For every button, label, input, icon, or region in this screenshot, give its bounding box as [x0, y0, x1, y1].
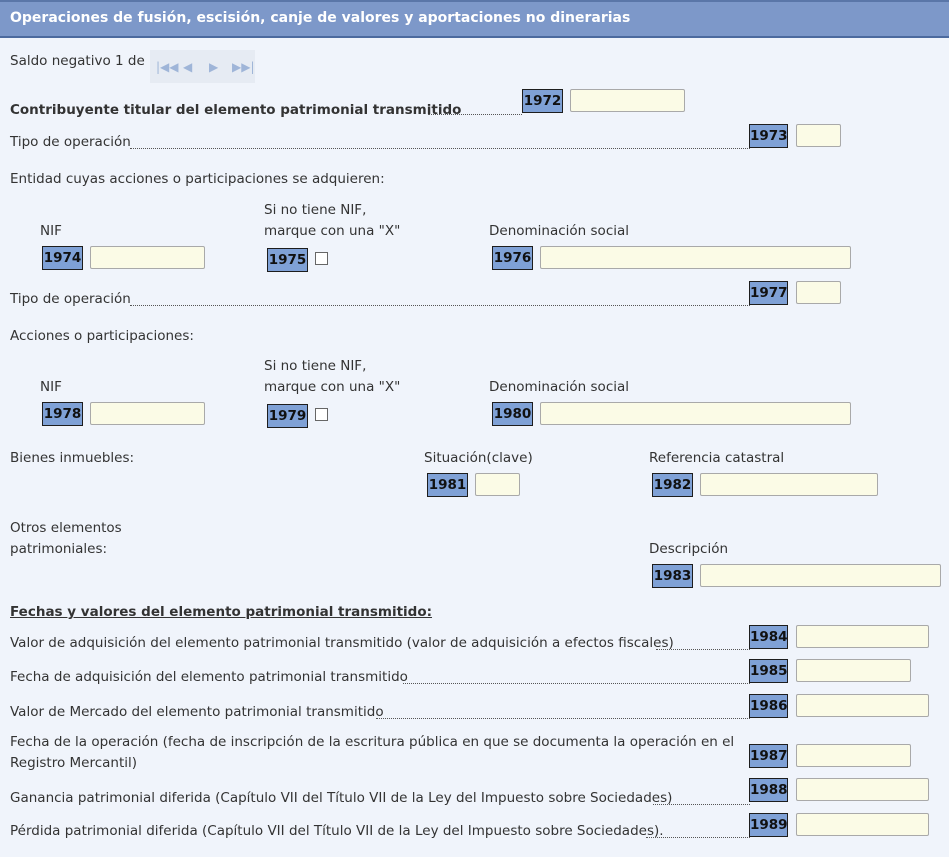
code-1982: 1982: [652, 473, 693, 497]
ganancia-input[interactable]: [796, 778, 929, 801]
sinif-label: marque con una "X": [264, 223, 401, 239]
denominacion-label: Denominación social: [489, 379, 630, 395]
entidad-nif-input[interactable]: [90, 246, 205, 269]
leader-dots: [646, 837, 750, 838]
code-1975: 1975: [267, 248, 308, 272]
code-1987: 1987: [749, 744, 788, 768]
next-page-icon[interactable]: ▶: [209, 60, 218, 74]
fecha-adquisicion-input[interactable]: [796, 659, 911, 682]
leader-dots: [653, 804, 750, 805]
entidad-sinif-checkbox[interactable]: [315, 252, 328, 265]
situacion-input[interactable]: [475, 473, 520, 496]
entidad-title: Entidad cuyas acciones o participaciones…: [10, 171, 385, 187]
code-1986: 1986: [749, 694, 788, 718]
code-1984: 1984: [749, 625, 788, 649]
nif-label: NIF: [40, 223, 62, 239]
code-1980: 1980: [492, 402, 533, 426]
fecha-adquisicion-label: Fecha de adquisición del elemento patrim…: [10, 669, 408, 685]
bienes-title: Bienes inmuebles:: [10, 450, 135, 466]
pager-label: Saldo negativo 1 de 1: [10, 53, 158, 69]
referencia-label: Referencia catastral: [649, 450, 785, 466]
tipo-operacion-label: Tipo de operación: [10, 291, 131, 307]
code-1976: 1976: [492, 246, 533, 270]
otros-title: Otros elementos: [10, 520, 122, 536]
nif-label: NIF: [40, 379, 62, 395]
perdida-input[interactable]: [796, 813, 929, 836]
leader-dots: [403, 683, 750, 684]
code-1989: 1989: [749, 813, 788, 837]
sinif-label: Si no tiene NIF,: [264, 202, 367, 218]
acciones-sinif-checkbox[interactable]: [315, 408, 328, 421]
section-header: Operaciones de fusión, escisión, canje d…: [0, 0, 949, 38]
leader-dots: [130, 148, 750, 149]
ganancia-label: Ganancia patrimonial diferida (Capítulo …: [10, 790, 673, 806]
referencia-input[interactable]: [700, 473, 878, 496]
leader-dots: [130, 305, 750, 306]
leader-dots: [376, 718, 750, 719]
valor-adquisicion-label: Valor de adquisición del elemento patrim…: [10, 635, 674, 651]
valor-adquisicion-input[interactable]: [796, 625, 929, 648]
contribuyente-input[interactable]: [570, 89, 685, 112]
pager: |◀◀ ◀ ▶ ▶▶|: [150, 50, 255, 83]
acciones-denominacion-input[interactable]: [540, 402, 851, 425]
otros-title: patrimoniales:: [10, 541, 108, 557]
code-1979: 1979: [267, 404, 308, 428]
code-1981: 1981: [427, 473, 468, 497]
valor-mercado-input[interactable]: [796, 694, 929, 717]
fechas-title: Fechas y valores del elemento patrimonia…: [10, 604, 433, 620]
code-1988: 1988: [749, 778, 788, 802]
code-1974: 1974: [42, 246, 83, 270]
code-1985: 1985: [749, 659, 788, 683]
entidad-denominacion-input[interactable]: [540, 246, 851, 269]
fecha-operacion-label: Registro Mercantil): [10, 755, 138, 771]
fecha-operacion-input[interactable]: [796, 744, 911, 767]
prev-page-icon[interactable]: ◀: [183, 60, 192, 74]
tipo-operacion-label: Tipo de operación: [10, 134, 131, 150]
leader-dots: [428, 114, 522, 115]
sinif-label: Si no tiene NIF,: [264, 358, 367, 374]
last-page-icon[interactable]: ▶▶|: [232, 60, 255, 74]
code-1972: 1972: [522, 89, 563, 113]
denominacion-label: Denominación social: [489, 223, 630, 239]
tipo-operacion-input[interactable]: [796, 124, 841, 147]
first-page-icon[interactable]: |◀◀: [156, 60, 179, 74]
code-1973: 1973: [749, 124, 788, 148]
valor-mercado-label: Valor de Mercado del elemento patrimonia…: [10, 704, 384, 720]
code-1978: 1978: [42, 402, 83, 426]
tipo-operacion-input[interactable]: [796, 281, 841, 304]
section-title: Operaciones de fusión, escisión, canje d…: [10, 10, 631, 26]
code-1983: 1983: [652, 564, 693, 588]
acciones-title: Acciones o participaciones:: [10, 328, 194, 344]
situacion-label: Situación(clave): [424, 450, 533, 466]
sinif-label: marque con una "X": [264, 379, 401, 395]
acciones-nif-input[interactable]: [90, 402, 205, 425]
fecha-operacion-label: Fecha de la operación (fecha de inscripc…: [10, 734, 735, 750]
descripcion-label: Descripción: [649, 541, 729, 557]
descripcion-input[interactable]: [700, 564, 941, 587]
perdida-label: Pérdida patrimonial diferida (Capítulo V…: [10, 823, 664, 839]
leader-dots: [656, 649, 750, 650]
code-1977: 1977: [749, 281, 788, 305]
contribuyente-label: Contribuyente titular del elemento patri…: [10, 102, 462, 118]
